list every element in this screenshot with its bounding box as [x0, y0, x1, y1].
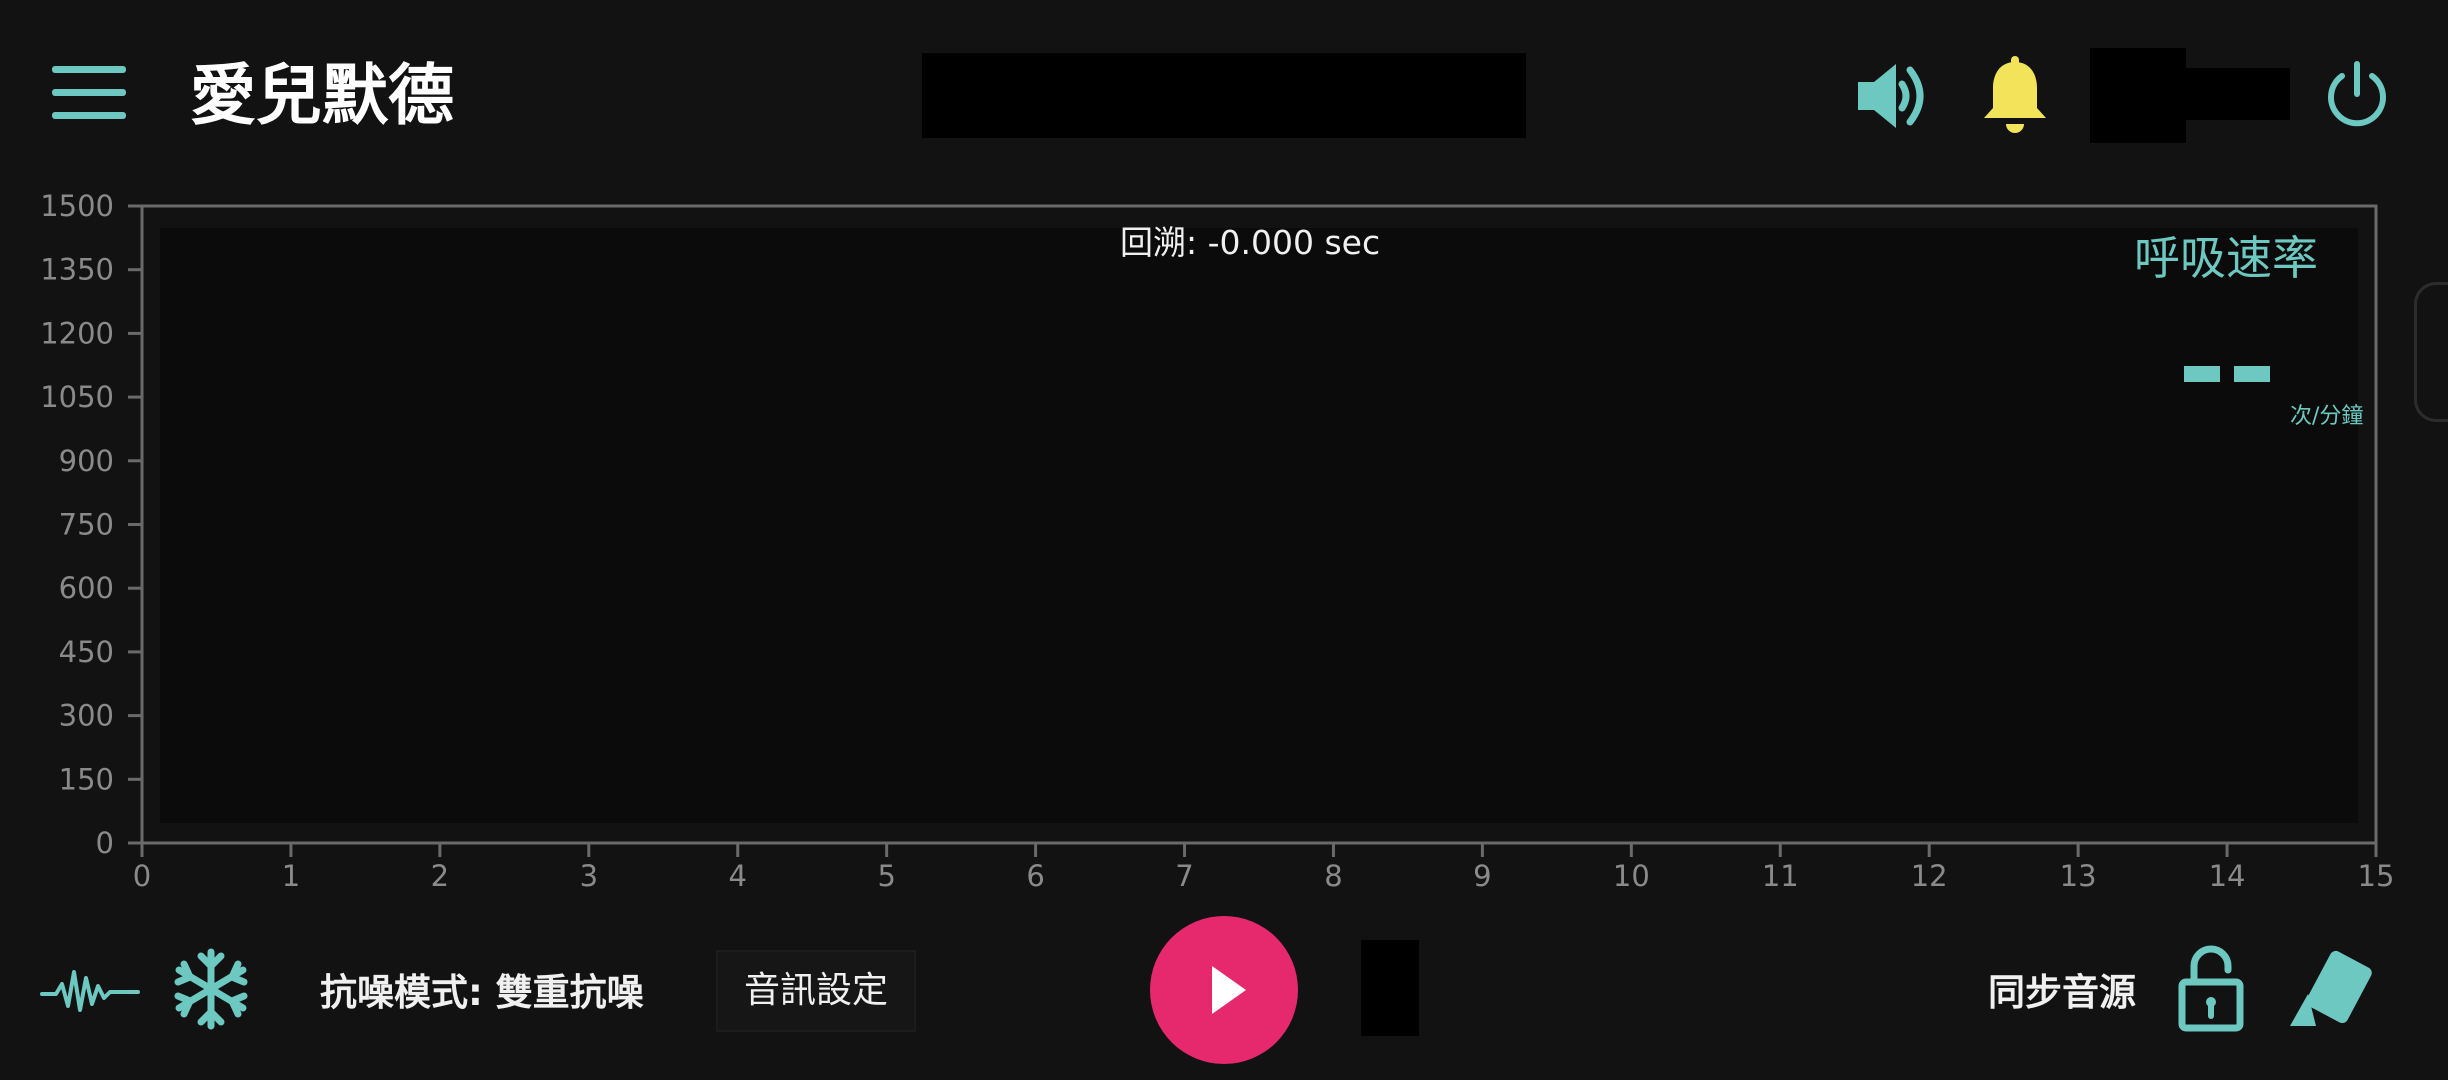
x-tick-label: 9: [1473, 859, 1491, 893]
respiration-chart: 0 150 300 450 600 750 900 1050 1200 1350 1500 0 1 2 3 4…: [0, 190, 2448, 910]
y-tick-label: 1500: [40, 190, 114, 223]
y-tick-label: 1200: [40, 316, 114, 350]
play-button[interactable]: [1150, 916, 1298, 1064]
x-tick-label: 13: [2060, 859, 2097, 893]
snowflake-icon[interactable]: [170, 948, 252, 1030]
app-title: 愛兒默德: [190, 57, 454, 134]
side-panel-handle[interactable]: [2414, 282, 2448, 422]
sync-audio-button[interactable]: 同步音源: [1988, 962, 2136, 1016]
x-tick-label: 14: [2209, 859, 2246, 893]
x-tick-label: 5: [877, 859, 895, 893]
y-tick-label: 600: [59, 571, 114, 605]
y-tick-label: 150: [59, 762, 114, 796]
audio-settings-button[interactable]: 音訊設定: [716, 950, 916, 1032]
chart-canvas: 015030045060075090010501200135015000 1 2 3 4…: [40, 190, 2395, 893]
noise-cancel-mode-label[interactable]: 抗噪模式: 雙重抗噪: [320, 962, 644, 1016]
x-tick-label: 12: [1911, 859, 1948, 893]
x-tick-label: 10: [1613, 859, 1650, 893]
unlock-icon[interactable]: [2176, 944, 2246, 1032]
redacted-block: [2180, 68, 2290, 120]
x-tick-label: 11: [1762, 859, 1799, 893]
x-tick-label: 8: [1324, 859, 1342, 893]
y-tick-label: 900: [59, 444, 114, 478]
redacted-block: [2090, 48, 2186, 143]
x-tick-label: 4: [729, 859, 747, 893]
redacted-block: [1361, 940, 1419, 1036]
speaker-icon[interactable]: [1854, 56, 1934, 136]
power-icon[interactable]: [2322, 60, 2392, 130]
plot-area: [160, 228, 2358, 823]
menu-button[interactable]: [52, 66, 126, 120]
redacted-block: [922, 53, 1526, 138]
lookback-label: 回溯: -0.000 sec: [1120, 223, 1381, 262]
waveform-icon: [40, 960, 140, 1020]
x-tick-label: 7: [1175, 859, 1193, 893]
x-tick-label: 2: [431, 859, 449, 893]
y-tick-label: 750: [59, 508, 114, 542]
y-tick-label: 0: [96, 826, 114, 860]
x-tick-label: 6: [1026, 859, 1044, 893]
eraser-icon[interactable]: [2286, 950, 2376, 1030]
x-tick-label: 1: [282, 859, 300, 893]
bell-icon[interactable]: [1978, 56, 2052, 138]
x-tick-label: 3: [580, 859, 598, 893]
y-tick-label: 300: [59, 699, 114, 733]
y-tick-label: 1050: [40, 380, 114, 414]
play-icon: [1212, 966, 1246, 1014]
x-tick-label: 0: [133, 859, 151, 893]
y-tick-label: 450: [59, 635, 114, 669]
y-tick-label: 1350: [40, 253, 114, 287]
respiration-rate-title: 呼吸速率: [2134, 231, 2318, 285]
respiration-rate-unit: 次/分鐘: [2290, 404, 2364, 429]
respiration-rate-value: [2184, 366, 2274, 382]
x-tick-label: 15: [2358, 859, 2395, 893]
